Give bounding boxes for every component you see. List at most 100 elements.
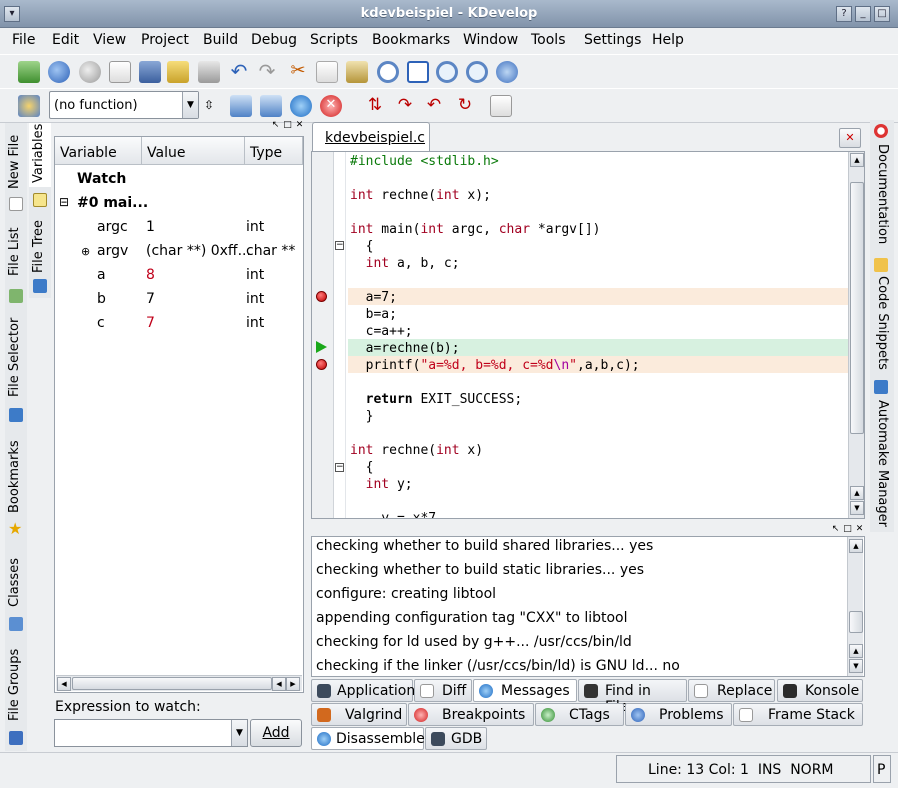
close-panel-icon[interactable]: ✕ [294,120,305,131]
find-icon[interactable] [377,61,399,83]
tab-problems[interactable]: Problems [625,703,732,726]
column-header-variable[interactable]: Variable [55,137,142,165]
pin-icon[interactable]: ↖ [830,524,841,535]
undock-icon[interactable]: □ [842,524,853,535]
scroll-thumb[interactable] [72,677,272,690]
gutter[interactable] [312,152,334,518]
tab-code-snippets[interactable]: Code Snippets [870,274,892,374]
fullscreen-icon[interactable] [407,61,429,83]
back-icon[interactable] [48,61,70,83]
tab-file-selector[interactable]: File Selector [5,311,27,403]
undock-icon[interactable]: □ [282,120,293,131]
menu-window[interactable]: Window [461,32,520,48]
menu-help[interactable]: Help [650,32,686,48]
menu-tools[interactable]: Tools [529,32,568,48]
scroll-right-icon[interactable]: ▶ [286,677,300,691]
breakpoint-icon[interactable] [316,291,327,302]
undo-icon[interactable]: ↶ [228,61,250,83]
add-button[interactable]: Add [250,719,302,747]
new-file-icon[interactable] [109,61,131,83]
expression-input[interactable]: ▼ [54,719,248,747]
code-editor[interactable]: − − #include <stdlib.h> int rechne(int x… [311,151,865,519]
step-out-icon[interactable]: ↶ [423,95,445,117]
tab-file-tree[interactable]: File Tree [29,213,51,275]
variable-row[interactable]: a 8 int [55,264,303,288]
variable-row[interactable]: argc 1 int [55,216,303,240]
zoom-out-icon[interactable] [466,61,488,83]
class-browser-icon[interactable] [18,95,40,117]
redo-icon[interactable]: ↷ [256,61,278,83]
tab-documentation[interactable]: Documentation [870,142,892,252]
tab-automake-manager[interactable]: Automake Manager [870,398,892,530]
sync-icon[interactable]: ⇳ [204,95,214,117]
tab-application[interactable]: Application [311,679,415,702]
menu-build[interactable]: Build [201,32,240,48]
run-to-cursor-icon[interactable] [230,95,252,117]
close-icon[interactable] [878,6,894,22]
variable-row[interactable]: c 7 int [55,312,303,336]
tab-frame-stack[interactable]: Frame Stack [733,703,863,726]
watch-row[interactable]: Watch [55,168,303,192]
menu-project[interactable]: Project [139,32,191,48]
tab-diff[interactable]: Diff [414,679,472,702]
fold-icon[interactable]: − [335,241,344,250]
tab-konsole[interactable]: Konsole [777,679,863,702]
scroll-right-icon[interactable]: ◀ [272,677,286,691]
minimize-icon[interactable]: _ [855,6,871,22]
save-icon[interactable] [139,61,161,83]
step-into-icon[interactable] [260,95,282,117]
whats-this-icon[interactable] [496,61,518,83]
scroll-up-icon[interactable]: ▲ [849,644,863,658]
menu-debug[interactable]: Debug [249,32,299,48]
menu-view[interactable]: View [91,32,128,48]
variable-row[interactable]: ⊕ argv (char **) 0xff... char ** [55,240,303,264]
tab-replace[interactable]: Replace [688,679,775,702]
open-project-icon[interactable] [18,61,40,83]
pin-icon[interactable]: ↖ [270,120,281,131]
cut-icon[interactable]: ✂ [287,61,309,83]
print-icon[interactable] [198,61,220,83]
menu-file[interactable]: File [10,32,37,48]
chevron-down-icon[interactable]: ▼ [231,720,247,746]
forward-icon[interactable] [79,61,101,83]
scroll-thumb[interactable] [850,182,864,434]
close-editor-icon[interactable]: ✕ [839,128,861,148]
editor-scrollbar[interactable]: ▲ ▲ ▼ [848,152,864,518]
tab-find-in-files[interactable]: Find in Files [578,679,687,715]
scroll-up-icon[interactable]: ▲ [849,539,863,553]
help-icon[interactable]: ? [836,6,852,22]
tab-classes[interactable]: Classes [5,545,27,617]
expand-icon[interactable]: ⊕ [81,245,90,258]
fold-icon[interactable]: − [335,463,344,472]
tab-messages[interactable]: Messages [473,679,577,702]
column-header-value[interactable]: Value [142,137,245,165]
step-over-icon[interactable]: ⇅ [364,95,386,117]
save-all-icon[interactable] [167,61,189,83]
tab-disassemble[interactable]: Disassemble [311,727,425,750]
tab-ctags[interactable]: CTags [535,703,624,726]
zoom-in-icon[interactable] [436,61,458,83]
continue-icon[interactable] [290,95,312,117]
scroll-thumb[interactable] [849,611,863,633]
column-header-type[interactable]: Type [245,137,303,165]
stop-icon[interactable]: ✕ [320,95,342,117]
editor-tab[interactable]: kdevbeispiel.c [312,122,430,152]
tab-gdb[interactable]: GDB [425,727,487,750]
menu-edit[interactable]: Edit [50,32,81,48]
scroll-left-icon[interactable]: ◀ [57,677,71,691]
tab-variables[interactable]: Variables [29,123,51,187]
scroll-up-icon[interactable]: ▲ [850,486,864,500]
step-instruction-icon[interactable]: ↷ [394,95,416,117]
view-disassembly-icon[interactable] [490,95,512,117]
collapse-icon[interactable]: ⊟ [59,195,69,209]
menu-bookmarks[interactable]: Bookmarks [370,32,452,48]
messages-scrollbar[interactable]: ▲ ▲ ▼ [847,537,863,676]
title-bar[interactable]: ▾ kdevbeispiel - KDevelop ? _ □ [0,0,898,28]
paste-icon[interactable] [346,61,368,83]
chevron-down-icon[interactable]: ▼ [182,92,198,118]
menu-settings[interactable]: Settings [582,32,643,48]
scroll-up-icon[interactable]: ▲ [850,153,864,167]
tab-file-list[interactable]: File List [5,218,27,284]
close-panel-icon[interactable]: ✕ [854,524,865,535]
horizontal-scrollbar[interactable]: ◀ ◀ ▶ [56,675,302,691]
